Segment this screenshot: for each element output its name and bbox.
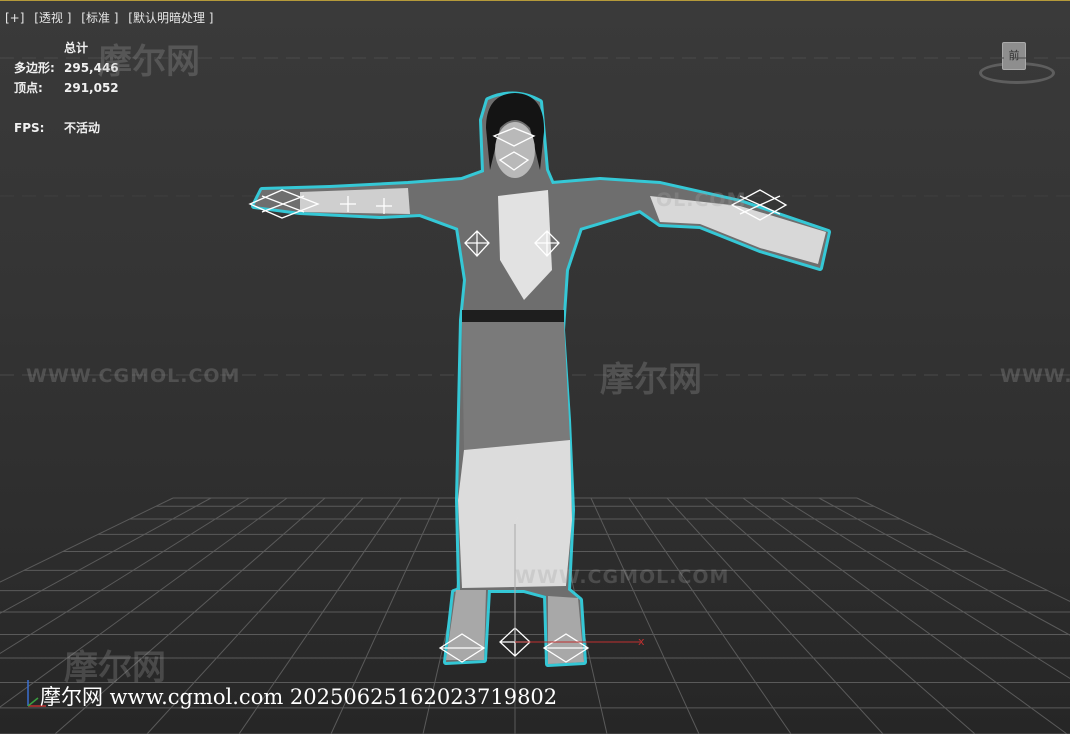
left-sleeve [300, 188, 410, 214]
model-belt [462, 310, 564, 322]
watermark-url-left: WWW.CGMOL.COM [26, 365, 241, 387]
gizmo-z-label: z [513, 513, 519, 526]
watermark-brand-top: 摩尔网 [98, 42, 200, 82]
watermark-url-right: WWW.CGMOL.COM [1000, 365, 1070, 387]
outer-robe [462, 322, 570, 450]
gizmo-x-label: x [638, 635, 645, 648]
watermark-url-sleeve: OL.COM [656, 189, 747, 211]
footer-caption: 摩尔网 www.cgmol.com 20250625162023719802 [40, 685, 558, 709]
watermark-brand-center: 摩尔网 [600, 360, 702, 400]
3d-viewport[interactable]: [+] [透视 ] [标准 ] [默认明暗处理 ] 总计 多边形: 295,446… [0, 0, 1070, 734]
watermark-url-floor: WWW.CGMOL.COM [515, 566, 730, 588]
